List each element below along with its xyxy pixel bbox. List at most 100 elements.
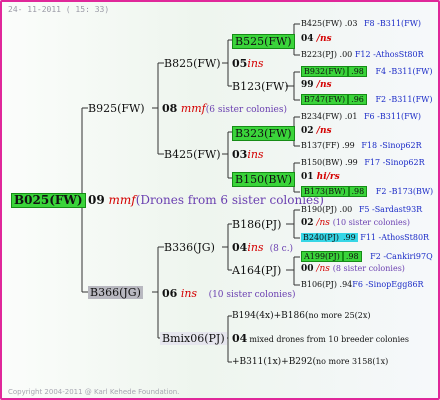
mmm-year: 04 xyxy=(301,34,314,44)
mfm-year-row: 02 /ns xyxy=(301,126,332,137)
mmf-year-row: 99 /ns xyxy=(301,80,332,91)
leaf-row[interactable]: B932(FW) .98 F4 -B311(FW) xyxy=(301,66,433,77)
leaf-row[interactable]: B223(PJ) .00 F12 -AthosSt80R xyxy=(301,50,424,60)
father-mark: ins xyxy=(180,287,198,300)
leaf-row[interactable]: B234(FW) .01 F6 -B311(FW) xyxy=(301,112,421,122)
leaf-ref: F2 -B173(BW) xyxy=(375,187,434,196)
mmm-year-row: 04 /ns xyxy=(301,34,332,45)
mmm-queen-id[interactable]: B525(FW) xyxy=(232,34,295,49)
leaf-year: .99 xyxy=(342,141,355,150)
fmm-note: (10 sister colonies) xyxy=(332,218,411,227)
fm-note: (8 c.) xyxy=(269,244,294,254)
mmf-queen-id[interactable]: B123(FW) xyxy=(232,80,289,93)
fff-text: +B311(1x)+B292( xyxy=(232,357,317,367)
fmf-year-row: 00 /ns (8 sister colonies) xyxy=(301,264,405,275)
mf-year: 03 xyxy=(232,148,248,161)
mm-year: 05 xyxy=(232,57,248,70)
leaf-ref: F6 -SinopEgg86R xyxy=(352,280,424,289)
leaf-row[interactable]: B106(PJ) .94F6 -SinopEgg86R xyxy=(301,280,424,290)
father-year: 06 xyxy=(162,287,178,300)
leaf-id: B106(PJ) xyxy=(301,280,337,289)
leaf-year: .96 xyxy=(348,94,367,105)
leaf-year: .00 xyxy=(339,50,353,59)
leaf-ref: F17 -Sinop62R xyxy=(364,158,425,167)
father-queen-id[interactable]: B366(JG) xyxy=(88,286,143,299)
leaf-year: .98 xyxy=(348,186,368,197)
leaf-ref: F2 -Cankiri97Q xyxy=(370,252,433,261)
leaf-id: B932(FW) xyxy=(301,66,349,77)
leaf-id: A199(PJ) xyxy=(301,251,343,262)
root-queen-id[interactable]: B025(FW) xyxy=(11,193,86,208)
leaf-ref: F11 -AthosSt80R xyxy=(360,233,430,242)
leaf-id: B137(FF) xyxy=(301,141,340,150)
mfm-mark: /ns xyxy=(316,126,332,136)
mm-queen-id[interactable]: B825(FW) xyxy=(164,57,221,70)
leaf-ref: F4 -B311(FW) xyxy=(375,67,433,76)
leaf-id: B240(PJ) xyxy=(301,233,341,242)
root-info: 09 mmf(Drones from 6 sister colonies) xyxy=(88,194,324,207)
mother-queen-id[interactable]: B925(FW) xyxy=(88,102,145,115)
mmf-year: 99 xyxy=(301,80,314,90)
leaf-year: .01 xyxy=(344,112,358,121)
leaf-ref: F5 -Sardast93R xyxy=(358,205,423,214)
mfm-queen-id[interactable]: B323(FW) xyxy=(232,126,295,141)
ffm-drones: B194(4x)+B186(no more 25(2x) xyxy=(232,311,371,322)
ffm-text: B194(4x)+B186( xyxy=(232,311,309,321)
leaf-id: B173(BW) xyxy=(301,186,349,197)
father-note: (10 sister colonies) xyxy=(208,290,296,300)
mff-year: 01 xyxy=(301,172,314,182)
leaf-row[interactable]: B747(FW) .96 F2 -B311(FW) xyxy=(301,94,433,105)
fmm-year-row: 02 /ns (10 sister colonies) xyxy=(301,218,410,229)
leaf-id: B747(FW) xyxy=(301,94,349,105)
ff-id[interactable]: Bmix06(PJ) xyxy=(160,332,227,345)
leaf-row[interactable]: B173(BW) .98 F2 -B173(BW) xyxy=(301,186,434,197)
leaf-ref: F12 -AthosSt80R xyxy=(354,50,424,59)
root-mark: mmf xyxy=(108,193,136,207)
leaf-id: B234(FW) xyxy=(301,112,343,121)
ffm-suffix: no more 25(2x) xyxy=(308,311,371,320)
leaf-row[interactable]: B150(BW) .99 F17 -Sinop62R xyxy=(301,158,425,168)
leaf-ref: F2 -B311(FW) xyxy=(375,95,433,104)
mf-mark: ins xyxy=(247,148,264,161)
leaf-id: B190(PJ) xyxy=(301,205,337,214)
ff-info: 04 mixed drones from 10 breeder colonies xyxy=(232,332,409,345)
mm-mark: ins xyxy=(247,57,264,70)
mff-mark: hi/rs xyxy=(316,172,340,182)
mother-info: 08 mmf(6 sister colonies) xyxy=(162,102,287,116)
mf-queen-id[interactable]: B425(FW) xyxy=(164,148,221,161)
leaf-year: .98 xyxy=(342,251,362,262)
fmf-mark: /ns xyxy=(316,264,330,274)
fm-queen-id[interactable]: B336(JG) xyxy=(164,241,215,254)
leaf-row[interactable]: B190(PJ) .00 F5 -Sardast93R xyxy=(301,205,422,215)
leaf-id: B150(BW) xyxy=(301,158,343,167)
father-info: 06 ins (10 sister colonies) xyxy=(162,287,296,301)
leaf-year: .03 xyxy=(344,19,358,28)
mother-note: (6 sister colonies) xyxy=(205,105,287,115)
leaf-row[interactable]: A199(PJ) .98 F2 -Cankiri97Q xyxy=(301,251,433,262)
leaf-year: .99 xyxy=(345,158,358,167)
mm-info: 05ins xyxy=(232,57,264,70)
ff-year: 04 xyxy=(232,332,248,345)
fmf-queen-id[interactable]: A164(PJ) xyxy=(232,264,281,277)
fmm-queen-id[interactable]: B186(PJ) xyxy=(232,218,281,231)
leaf-ref: F6 -B311(FW) xyxy=(364,112,422,121)
fmf-year: 00 xyxy=(301,264,314,274)
mff-year-row: 01 hi/rs xyxy=(301,172,340,183)
pedigree-frame: 24- 11-2011 ( 15: 33) B025(FW) 09 mmf(Dr… xyxy=(0,0,440,400)
leaf-year: .94 xyxy=(339,280,353,289)
root-year: 09 xyxy=(88,193,105,207)
leaf-id: B425(FW) xyxy=(301,19,343,28)
copyright: Copyright 2004-2011 @ Karl Kehede Founda… xyxy=(8,388,180,396)
mff-queen-id[interactable]: B150(BW) xyxy=(232,172,296,187)
fmm-year: 02 xyxy=(301,218,314,228)
fm-info: 04ins (8 c.) xyxy=(232,241,293,255)
leaf-row[interactable]: B137(FF) .99 F18 -Sinop62R xyxy=(301,141,422,151)
leaf-year: .98 xyxy=(348,66,367,77)
ff-note: mixed drones from 10 breeder colonies xyxy=(249,335,409,344)
fmf-note: (8 sister colonies) xyxy=(332,264,405,273)
leaf-row[interactable]: B240(PJ) .99 F11 -AthosSt80R xyxy=(301,233,429,243)
fmm-mark: /ns xyxy=(316,218,330,228)
root-note: (Drones from 6 sister colonies) xyxy=(135,193,324,207)
leaf-row[interactable]: B425(FW) .03 F8 -B311(FW) xyxy=(301,19,421,29)
mf-info: 03ins xyxy=(232,148,264,161)
